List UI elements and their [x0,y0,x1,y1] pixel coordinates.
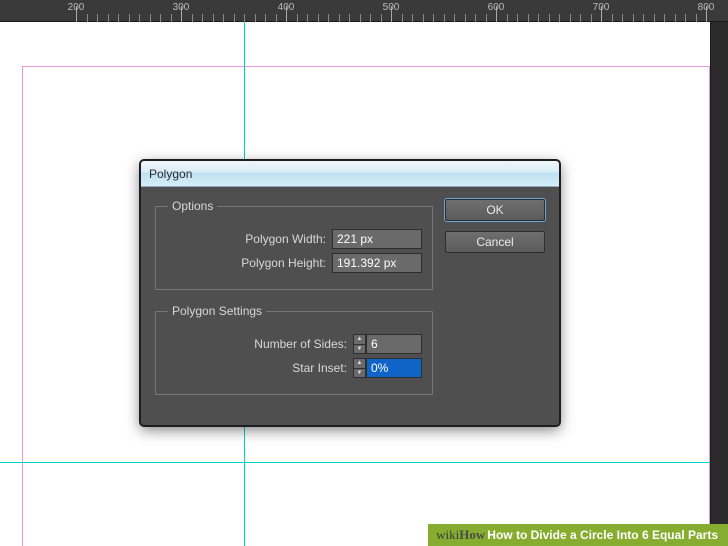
ruler-minor-tick [454,0,455,22]
polygon-dialog: Polygon Options Polygon Width: Polygon H… [140,160,560,426]
ruler-minor-tick [87,0,88,22]
chevron-down-icon[interactable]: ▼ [354,345,365,354]
number-of-sides-input[interactable] [366,334,422,354]
ruler-minor-tick [118,0,119,22]
chevron-down-icon[interactable]: ▼ [354,369,365,378]
ruler-minor-tick [528,0,529,22]
ruler-tick-label: 300 [173,2,190,13]
ruler-minor-tick [139,0,140,22]
ruler-minor-tick [475,0,476,22]
wikihow-logo: wikiHow [436,527,485,543]
ruler-minor-tick [423,0,424,22]
ruler-minor-tick [580,0,581,22]
star-inset-input[interactable] [366,358,422,378]
ruler-minor-tick [307,0,308,22]
ruler-minor-tick [591,0,592,22]
inset-stepper[interactable]: ▲ ▼ [353,358,366,378]
polygon-settings-legend: Polygon Settings [168,304,266,318]
horizontal-guide[interactable] [0,462,710,463]
article-title: How to Divide a Circle Into 6 Equal Part… [487,528,718,542]
logo-suffix: How [459,527,485,542]
ruler-minor-tick [633,0,634,22]
ruler-minor-tick [160,0,161,22]
ruler-minor-tick [192,0,193,22]
polygon-height-input[interactable] [332,253,422,273]
ruler-minor-tick [402,0,403,22]
ruler-tick-label: 400 [278,2,295,13]
ruler-minor-tick [349,0,350,22]
ruler-minor-tick [150,0,151,22]
ok-button[interactable]: OK [445,199,545,221]
ruler-tick-label: 500 [383,2,400,13]
cancel-button[interactable]: Cancel [445,231,545,253]
dialog-titlebar[interactable]: Polygon [141,161,559,187]
ruler-minor-tick [328,0,329,22]
ruler-tick-label: 200 [68,2,85,13]
dialog-title: Polygon [149,167,192,181]
ruler-minor-tick [444,0,445,22]
ruler-tick-label: 700 [593,2,610,13]
chevron-up-icon[interactable]: ▲ [354,335,365,345]
polygon-width-label: Polygon Width: [166,232,326,246]
ruler-minor-tick [255,0,256,22]
ruler-minor-tick [549,0,550,22]
polygon-height-label: Polygon Height: [166,256,326,270]
options-legend: Options [168,199,217,213]
ruler-minor-tick [360,0,361,22]
ruler-minor-tick [276,0,277,22]
options-group: Options Polygon Width: Polygon Height: [155,199,433,290]
ruler-minor-tick [622,0,623,22]
right-panel-strip [710,22,728,546]
ruler-minor-tick [570,0,571,22]
ruler-minor-tick [685,0,686,22]
ruler-minor-tick [664,0,665,22]
ruler-minor-tick [339,0,340,22]
ruler-minor-tick [412,0,413,22]
ruler-minor-tick [244,0,245,22]
ruler-minor-tick [223,0,224,22]
ruler-tick-label: 800 [698,2,715,13]
ruler-minor-tick [370,0,371,22]
ruler-minor-tick [559,0,560,22]
chevron-up-icon[interactable]: ▲ [354,359,365,369]
ruler-minor-tick [433,0,434,22]
sides-stepper[interactable]: ▲ ▼ [353,334,366,354]
ruler-minor-tick [517,0,518,22]
ruler-minor-tick [381,0,382,22]
horizontal-ruler: 200 300 400 500 600 700 800 [0,0,728,22]
ruler-minor-tick [643,0,644,22]
ruler-minor-tick [129,0,130,22]
ruler-minor-tick [486,0,487,22]
ruler-minor-tick [465,0,466,22]
ruler-minor-tick [538,0,539,22]
ruler-minor-tick [507,0,508,22]
number-of-sides-label: Number of Sides: [166,337,347,351]
ruler-minor-tick [108,0,109,22]
ruler-minor-tick [654,0,655,22]
ruler-minor-tick [97,0,98,22]
polygon-settings-group: Polygon Settings Number of Sides: ▲ ▼ St… [155,304,433,395]
ruler-minor-tick [234,0,235,22]
polygon-width-input[interactable] [332,229,422,249]
ruler-minor-tick [318,0,319,22]
ruler-minor-tick [696,0,697,22]
ruler-minor-tick [265,0,266,22]
ruler-minor-tick [171,0,172,22]
ruler-minor-tick [675,0,676,22]
logo-prefix: wiki [436,527,459,542]
ruler-minor-tick [297,0,298,22]
ruler-minor-tick [612,0,613,22]
ruler-minor-tick [213,0,214,22]
ruler-minor-tick [202,0,203,22]
ruler-tick-label: 600 [488,2,505,13]
star-inset-label: Star Inset: [166,361,347,375]
